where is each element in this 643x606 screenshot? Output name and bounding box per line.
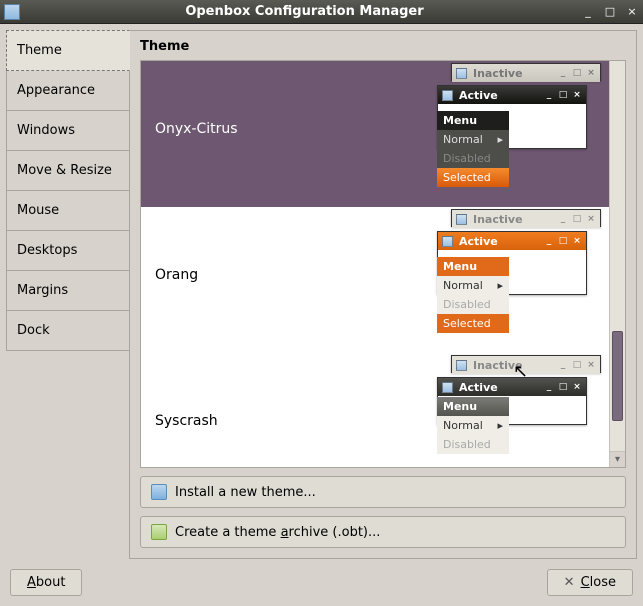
close-window-button[interactable]: × xyxy=(625,5,639,18)
preview-max-icon: □ xyxy=(572,68,582,78)
preview-menu-title: Menu xyxy=(437,111,509,130)
content-heading: Theme xyxy=(140,39,626,54)
close-button[interactable]: ✕ Close xyxy=(547,569,633,596)
install-theme-label: Install a new theme... xyxy=(175,485,316,500)
preview-close-icon: × xyxy=(586,68,596,78)
preview-close-icon: × xyxy=(572,382,582,392)
tab-move-resize[interactable]: Move & Resize xyxy=(6,150,130,191)
tab-theme[interactable]: Theme xyxy=(6,30,130,71)
preview-inactive-label: Inactive xyxy=(471,359,554,372)
category-tabs: Theme Appearance Windows Move & Resize M… xyxy=(6,30,130,559)
preview-menu: Menu Normal▸ Disabled xyxy=(437,397,509,454)
preview-close-icon: × xyxy=(586,214,596,224)
preview-inactive-label: Inactive xyxy=(471,67,554,80)
maximize-button[interactable]: □ xyxy=(603,5,617,18)
preview-min-icon: _ xyxy=(544,236,554,246)
preview-menu-normal: Normal▸ xyxy=(437,416,509,435)
tab-windows[interactable]: Windows xyxy=(6,110,130,151)
preview-min-icon: _ xyxy=(558,360,568,370)
preview-menu: Menu Normal▸ Disabled Selected xyxy=(437,257,509,333)
content-pane: Theme ↖ Onyx-Citrus Inactive_□× Active_□… xyxy=(129,30,637,559)
preview-close-icon: × xyxy=(586,360,596,370)
preview-max-icon: □ xyxy=(572,214,582,224)
theme-row-orang[interactable]: Orang Inactive _ □ × Active _ □ × Menu xyxy=(141,207,609,353)
theme-name: Syscrash xyxy=(141,353,351,429)
preview-inactive-window: Inactive _ □ × xyxy=(451,355,601,373)
preview-menu-title: Menu xyxy=(437,397,509,416)
theme-list-scrollbar[interactable]: ▾ xyxy=(609,61,625,467)
preview-min-icon: _ xyxy=(544,382,554,392)
create-archive-button[interactable]: Create a theme archive (.obt)... xyxy=(140,516,626,548)
install-theme-button[interactable]: Install a new theme... xyxy=(140,476,626,508)
minimize-button[interactable]: _ xyxy=(581,5,595,18)
window-icon xyxy=(442,382,453,393)
preview-active-label: Active xyxy=(457,381,540,394)
preview-menu-disabled: Disabled xyxy=(437,295,509,314)
disk-icon xyxy=(151,484,167,500)
preview-active-label: Active xyxy=(457,235,540,248)
preview-max-icon: □ xyxy=(558,90,568,100)
preview-close-icon: × xyxy=(572,90,582,100)
theme-preview: Inactive_□× Active_□× Menu Normal▸ Disab… xyxy=(351,61,609,67)
preview-menu-disabled: Disabled xyxy=(437,149,509,168)
preview-close-icon: × xyxy=(572,236,582,246)
about-label: About xyxy=(27,575,65,590)
app-icon xyxy=(4,4,20,20)
tab-dock[interactable]: Dock xyxy=(6,310,130,351)
theme-preview: Inactive_□× Active_□× Menu Normal▸ Disab… xyxy=(351,207,609,213)
window-icon xyxy=(456,360,467,371)
preview-max-icon: □ xyxy=(558,236,568,246)
window-body: Theme Appearance Windows Move & Resize M… xyxy=(0,24,643,606)
window-titlebar: Openbox Configuration Manager _ □ × xyxy=(0,0,643,24)
preview-inactive-window: Inactive _ □ × xyxy=(451,209,601,227)
scrollbar-thumb[interactable] xyxy=(612,331,623,421)
window-icon xyxy=(456,68,467,79)
window-icon xyxy=(456,214,467,225)
close-label: Close xyxy=(581,575,616,590)
preview-menu-disabled: Disabled xyxy=(437,435,509,454)
tab-appearance[interactable]: Appearance xyxy=(6,70,130,111)
archive-icon xyxy=(151,524,167,540)
about-button[interactable]: About xyxy=(10,569,82,596)
create-archive-label: Create a theme archive (.obt)... xyxy=(175,525,380,540)
preview-menu-normal: Normal▸ xyxy=(437,130,509,149)
tab-mouse[interactable]: Mouse xyxy=(6,190,130,231)
theme-list: ↖ Onyx-Citrus Inactive_□× Active_□× xyxy=(140,60,626,468)
preview-menu: Menu Normal▸ Disabled Selected xyxy=(437,111,509,187)
preview-min-icon: _ xyxy=(544,90,554,100)
preview-min-icon: _ xyxy=(558,68,568,78)
theme-name: Onyx-Citrus xyxy=(141,61,351,137)
preview-inactive-label: Inactive xyxy=(471,213,554,226)
window-icon xyxy=(442,236,453,247)
theme-preview: Inactive_□× Active_□× Menu Normal▸ Disab… xyxy=(351,353,609,359)
preview-menu-title: Menu xyxy=(437,257,509,276)
theme-row-syscrash[interactable]: Syscrash Inactive _ □ × Active _ □ × Menu xyxy=(141,353,609,453)
window-icon xyxy=(442,90,453,101)
theme-name: Orang xyxy=(141,207,351,283)
tab-desktops[interactable]: Desktops xyxy=(6,230,130,271)
scrollbar-down-icon[interactable]: ▾ xyxy=(610,451,625,467)
preview-max-icon: □ xyxy=(558,382,568,392)
close-icon: ✕ xyxy=(564,575,575,590)
tab-margins[interactable]: Margins xyxy=(6,270,130,311)
preview-min-icon: _ xyxy=(558,214,568,224)
window-title: Openbox Configuration Manager xyxy=(28,4,581,19)
preview-menu-normal: Normal▸ xyxy=(437,276,509,295)
preview-inactive-window: Inactive _ □ × xyxy=(451,63,601,81)
preview-active-label: Active xyxy=(457,89,540,102)
theme-row-onyx-citrus[interactable]: Onyx-Citrus Inactive _ □ × Active _ □ × Menu xyxy=(141,61,609,207)
dialog-footer: About ✕ Close xyxy=(6,559,637,600)
preview-max-icon: □ xyxy=(572,360,582,370)
preview-menu-selected: Selected xyxy=(437,314,509,333)
preview-menu-selected: Selected xyxy=(437,168,509,187)
